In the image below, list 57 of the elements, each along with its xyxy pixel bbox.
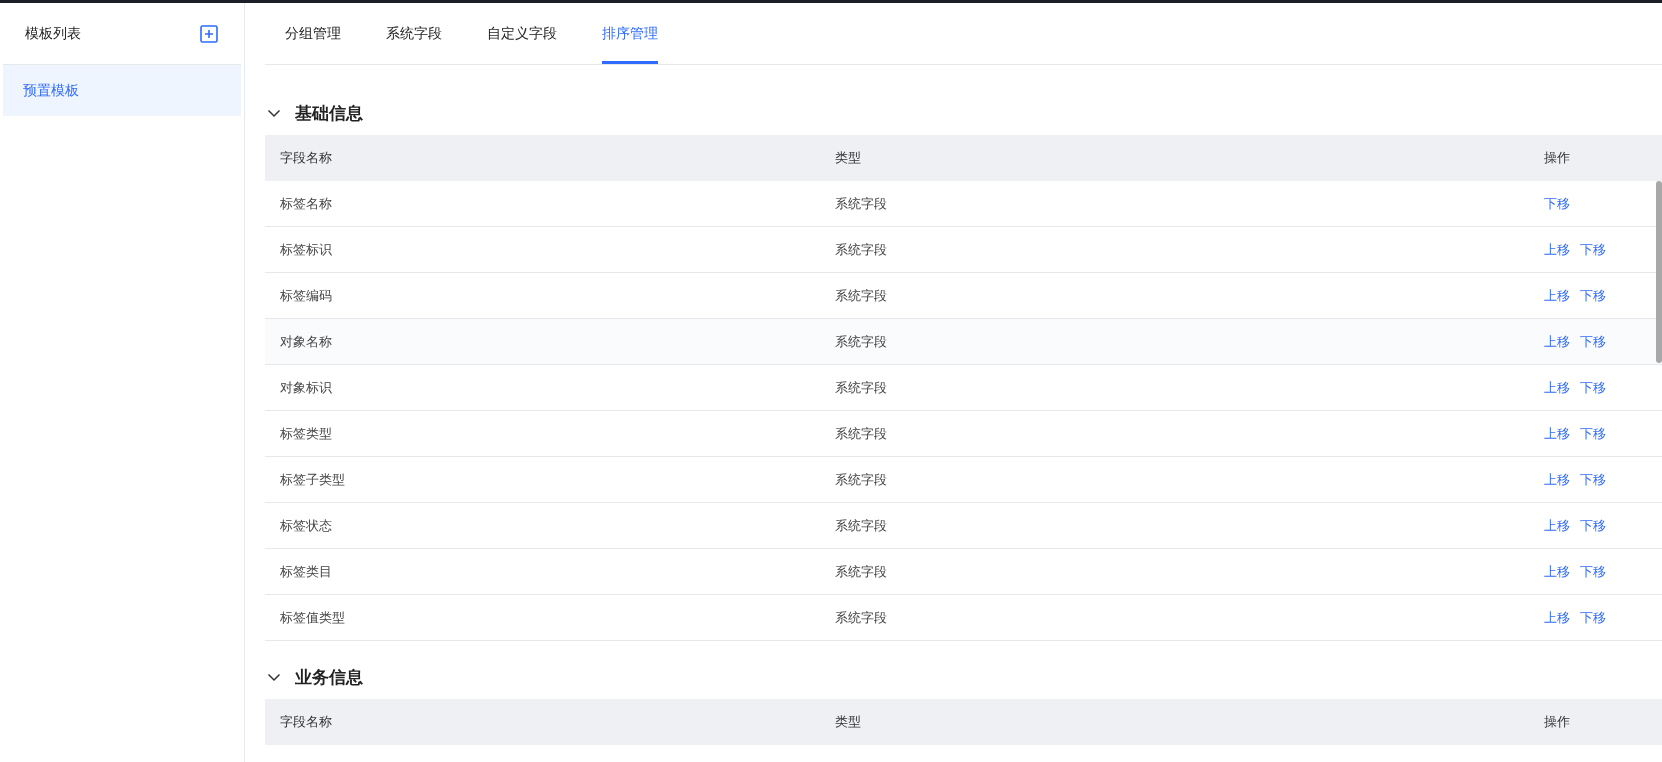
column-header: 类型 [835,149,862,167]
table-cell-text: 系统字段 [835,286,888,305]
column-header: 操作 [1544,713,1571,731]
column-header: 字段名称 [280,149,333,167]
sidebar-item[interactable]: 预置模板 [3,65,241,116]
table-cell-text: 系统字段 [835,562,888,581]
action-link[interactable]: 上移 [1544,562,1570,581]
table-cell-text: 对象标识 [280,378,333,397]
chevron-icon[interactable] [267,672,281,682]
table-cell-text: 标签名称 [280,194,333,213]
tab[interactable]: 排序管理 [602,3,658,64]
table-cell-text: 标签值类型 [280,608,346,627]
action-link[interactable]: 下移 [1580,332,1606,351]
tab[interactable]: 分组管理 [285,3,341,64]
action-link[interactable]: 上移 [1544,332,1570,351]
table-cell-text: 系统字段 [835,332,888,351]
table-cell-text: 系统字段 [835,424,888,443]
table-cell-text: 系统字段 [835,378,888,397]
tab[interactable]: 系统字段 [386,3,442,64]
scrollbar[interactable] [1656,181,1662,363]
table-cell-text: 标签状态 [280,516,333,535]
table-cell-text: 系统字段 [835,608,888,627]
action-link[interactable]: 下移 [1580,424,1606,443]
column-header: 字段名称 [280,713,333,731]
section-title: 业务信息 [295,665,363,689]
table-cell-text: 标签编码 [280,286,333,305]
table-cell-text: 系统字段 [835,240,888,259]
sidebar-title: 模板列表 [25,24,81,43]
action-link[interactable]: 上移 [1544,608,1570,627]
action-link[interactable]: 下移 [1580,286,1606,305]
action-link[interactable]: 上移 [1544,240,1570,259]
table-cell-text: 系统字段 [835,194,888,213]
action-link[interactable]: 上移 [1544,378,1570,397]
action-link[interactable]: 上移 [1544,424,1570,443]
action-link[interactable]: 下移 [1544,194,1570,213]
action-link[interactable]: 下移 [1580,378,1606,397]
table-cell-text: 系统字段 [835,516,888,535]
table-cell-text: 标签类目 [280,562,333,581]
add-icon[interactable] [200,24,218,43]
table-cell-text: 系统字段 [835,470,888,489]
table-cell-text: 标签标识 [280,240,333,259]
column-header: 操作 [1544,149,1571,167]
column-header: 类型 [835,713,862,731]
table-cell-text: 标签子类型 [280,470,346,489]
action-link[interactable]: 下移 [1580,240,1606,259]
chevron-icon[interactable] [267,108,281,118]
table-cell-text: 标签类型 [280,424,333,443]
action-link[interactable]: 上移 [1544,516,1570,535]
action-link[interactable]: 下移 [1580,516,1606,535]
section-title: 基础信息 [295,101,363,125]
action-link[interactable]: 上移 [1544,286,1570,305]
action-link[interactable]: 下移 [1580,470,1606,489]
action-link[interactable]: 上移 [1544,470,1570,489]
action-link[interactable]: 下移 [1580,608,1606,627]
action-link[interactable]: 下移 [1580,562,1606,581]
tab[interactable]: 自定义字段 [487,3,557,64]
table-cell-text: 对象名称 [280,332,333,351]
